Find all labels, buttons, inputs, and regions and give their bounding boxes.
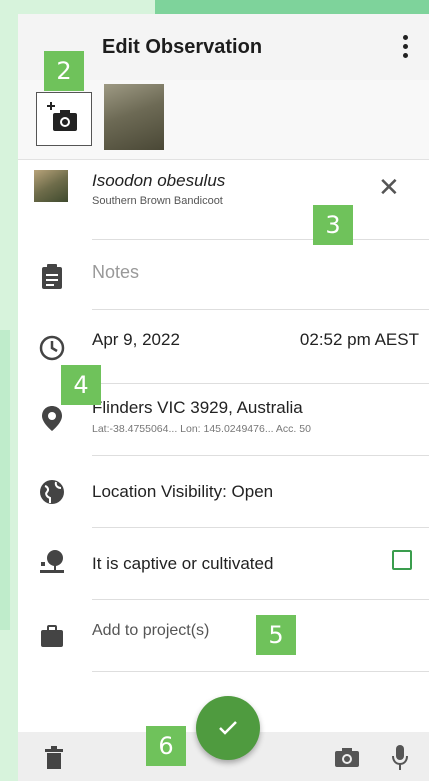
observation-time[interactable]: 02:52 pm AEST [300,330,419,350]
tutorial-badge-5: 5 [256,615,296,655]
location-pin-icon [42,406,62,431]
overlay-frame-top [155,0,429,14]
plant-icon [40,550,64,573]
species-row[interactable]: Isoodon obesulus Southern Brown Bandicoo… [18,160,429,240]
divider [92,671,429,672]
observation-photo-thumbnail[interactable] [104,84,164,150]
checkmark-icon [219,721,237,735]
globe-icon [40,480,64,504]
page-title: Edit Observation [102,36,263,58]
more-vert-icon[interactable] [393,32,417,60]
notes-row[interactable]: Notes [18,240,429,310]
add-to-project-label: Add to project(s) [92,622,210,639]
tutorial-badge-3: 3 [313,205,353,245]
tutorial-badge-2: 2 [44,51,84,91]
captive-checkbox[interactable] [392,550,412,570]
clear-species-button[interactable]: ✕ [378,172,400,203]
location-visibility-label: Location Visibility: Open [92,482,274,501]
location-coordinates: Lat:-38.4755064... Lon: 145.0249476... A… [92,423,311,435]
tutorial-badge-6: 6 [146,726,186,766]
observation-date[interactable]: Apr 9, 2022 [92,330,180,350]
photo-strip [18,80,429,160]
species-scientific-name: Isoodon obesulus [92,171,226,190]
captive-row[interactable]: It is captive or cultivated [18,528,429,600]
clipboard-icon [42,264,62,289]
add-photo-icon [47,102,77,131]
save-button[interactable] [196,696,260,760]
location-name: Flinders VIC 3929, Australia [92,398,303,417]
add-photo-button[interactable] [36,92,92,146]
tutorial-badge-4: 4 [61,365,101,405]
species-common-name: Southern Brown Bandicoot [92,195,223,207]
species-thumbnail [34,170,68,202]
captive-label: It is captive or cultivated [92,554,274,573]
overlay-line [0,330,10,630]
microphone-icon[interactable] [390,743,410,771]
notes-field[interactable]: Notes [92,262,139,283]
delete-icon[interactable] [42,744,66,770]
project-row[interactable]: Add to project(s) [18,600,429,672]
camera-icon[interactable] [334,746,360,768]
briefcase-icon [41,625,63,647]
location-visibility-row[interactable]: Location Visibility: Open [18,456,429,528]
clock-icon [39,335,65,361]
